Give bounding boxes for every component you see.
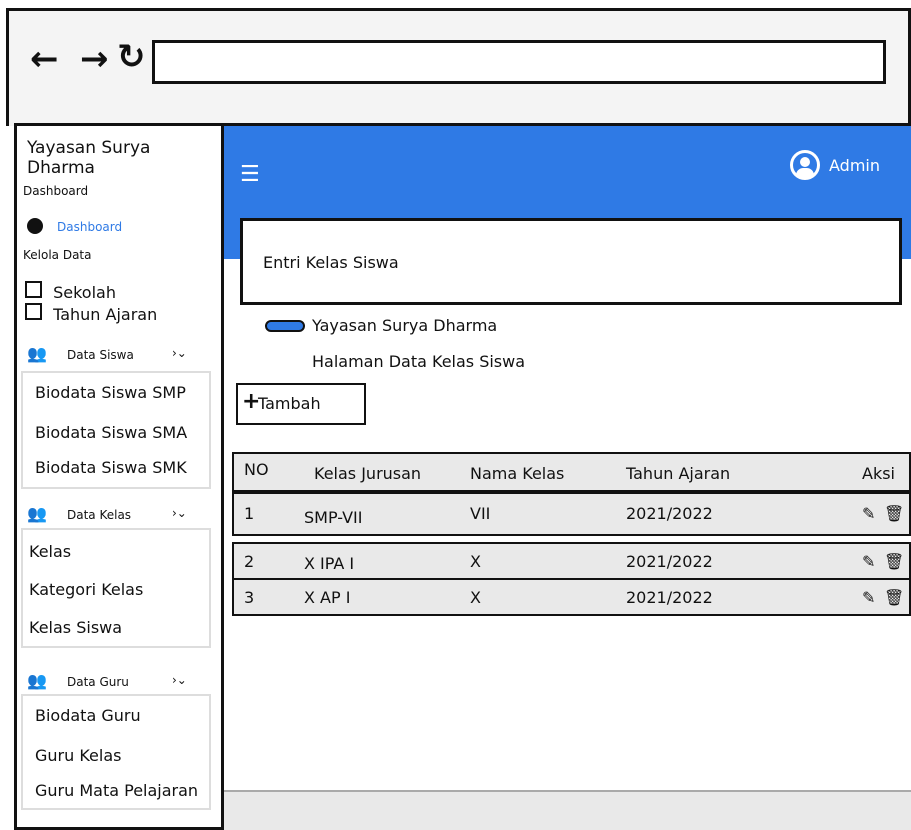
sidebar-item-biodata-smp[interactable]: Biodata Siswa SMP: [35, 383, 186, 402]
tambah-label: Tambah: [258, 394, 321, 413]
gauge-icon: [27, 218, 43, 234]
table-row: 1 SMP-VII VII 2021/2022 ✎ 🗑: [232, 492, 911, 536]
url-input[interactable]: [152, 40, 886, 84]
cell-nama-kelas: X: [470, 552, 481, 571]
tambah-button[interactable]: + Tambah: [236, 383, 366, 425]
logo-icon: [265, 320, 305, 332]
data-kelas-submenu: Kelas Kategori Kelas Kelas Siswa: [21, 528, 211, 648]
table-header-row: NO Kelas Jurusan Nama Kelas Tahun Ajaran…: [232, 452, 911, 492]
delete-icon[interactable]: 🗑: [884, 504, 904, 523]
page-subtitle: Halaman Data Kelas Siswa: [312, 352, 526, 371]
cell-nama-kelas: X: [470, 588, 481, 607]
users-icon: 👥: [27, 344, 47, 363]
back-icon[interactable]: ←: [30, 42, 59, 76]
sidebar-item-guru-kelas[interactable]: Guru Kelas: [35, 746, 121, 765]
user-avatar-icon[interactable]: [790, 150, 820, 180]
sidebar-item-label: Tahun Ajaran: [53, 305, 158, 324]
dashboard-heading: Dashboard: [23, 184, 89, 198]
sidebar-item-kelas-siswa[interactable]: Kelas Siswa: [29, 618, 122, 637]
kelas-siswa-table: NO Kelas Jurusan Nama Kelas Tahun Ajaran…: [232, 452, 911, 652]
sidebar-item-biodata-smk[interactable]: Biodata Siswa SMK: [35, 458, 187, 477]
checkbox-icon: [25, 281, 42, 298]
users-icon: 👥: [27, 671, 47, 690]
sidebar-item-dashboard[interactable]: Dashboard: [57, 220, 122, 234]
table-row: 3 X AP I X 2021/2022 ✎ 🗑: [232, 578, 911, 616]
sidebar: Yayasan Surya Dharma Dashboard Dashboard…: [14, 123, 224, 830]
column-header: Kelas Jurusan: [314, 464, 422, 483]
column-header: Nama Kelas: [470, 464, 565, 483]
edit-icon[interactable]: ✎: [862, 552, 875, 571]
hamburger-menu-icon[interactable]: ☰: [240, 162, 260, 187]
cell-kelas-jurusan: X IPA I: [304, 554, 355, 573]
user-name[interactable]: Admin: [829, 156, 880, 175]
cell-nama-kelas: VII: [470, 504, 491, 523]
delete-icon[interactable]: 🗑: [884, 552, 904, 571]
sidebar-item-biodata-guru[interactable]: Biodata Guru: [35, 706, 141, 725]
sidebar-item-sekolah[interactable]: Sekolah: [25, 281, 116, 302]
org-name: Yayasan Surya Dharma: [312, 316, 498, 335]
data-siswa-toggle[interactable]: Data Siswa: [67, 348, 134, 362]
data-siswa-submenu: Biodata Siswa SMP Biodata Siswa SMA Biod…: [21, 371, 211, 489]
data-kelas-toggle[interactable]: Data Kelas: [67, 508, 131, 522]
cell-no: 1: [244, 504, 255, 523]
edit-icon[interactable]: ✎: [862, 588, 875, 607]
sidebar-item-kategori-kelas[interactable]: Kategori Kelas: [29, 580, 143, 599]
column-header: NO: [244, 460, 269, 479]
cell-kelas-jurusan: SMP-VII: [304, 508, 363, 527]
sidebar-brand: Yayasan Surya Dharma: [27, 138, 151, 178]
chevron-down-icon[interactable]: ›⌄: [172, 346, 187, 360]
page-header-card: Entri Kelas Siswa: [240, 218, 902, 305]
sidebar-item-biodata-sma[interactable]: Biodata Siswa SMA: [35, 423, 187, 442]
cell-no: 2: [244, 552, 255, 571]
sidebar-item-label: Sekolah: [53, 283, 116, 302]
checkbox-icon: [25, 303, 42, 320]
cell-no: 3: [244, 588, 255, 607]
table-row: 2 X IPA I X 2021/2022 ✎ 🗑: [232, 542, 911, 580]
sidebar-item-kelas[interactable]: Kelas: [29, 542, 71, 561]
data-guru-submenu: Biodata Guru Guru Kelas Guru Mata Pelaja…: [21, 694, 211, 810]
cell-tahun-ajaran: 2021/2022: [626, 588, 713, 607]
data-guru-toggle[interactable]: Data Guru: [67, 675, 129, 689]
forward-icon[interactable]: →: [80, 42, 109, 76]
kelola-data-heading: Kelola Data: [23, 248, 92, 262]
column-header: Aksi: [862, 464, 895, 483]
cell-tahun-ajaran: 2021/2022: [626, 504, 713, 523]
chevron-down-icon[interactable]: ›⌄: [172, 673, 187, 687]
edit-icon[interactable]: ✎: [862, 504, 875, 523]
sidebar-item-tahun-ajaran[interactable]: Tahun Ajaran: [25, 303, 157, 324]
users-icon: 👥: [27, 504, 47, 523]
delete-icon[interactable]: 🗑: [884, 588, 904, 607]
reload-icon[interactable]: ↻: [117, 40, 146, 74]
cell-kelas-jurusan: X AP I: [304, 588, 351, 607]
cell-tahun-ajaran: 2021/2022: [626, 552, 713, 571]
page-title: Entri Kelas Siswa: [263, 253, 399, 272]
chevron-down-icon[interactable]: ›⌄: [172, 506, 187, 520]
sidebar-item-guru-mapel[interactable]: Guru Mata Pelajaran: [35, 781, 198, 800]
column-header: Tahun Ajaran: [626, 464, 731, 483]
footer-bar: [224, 790, 911, 830]
